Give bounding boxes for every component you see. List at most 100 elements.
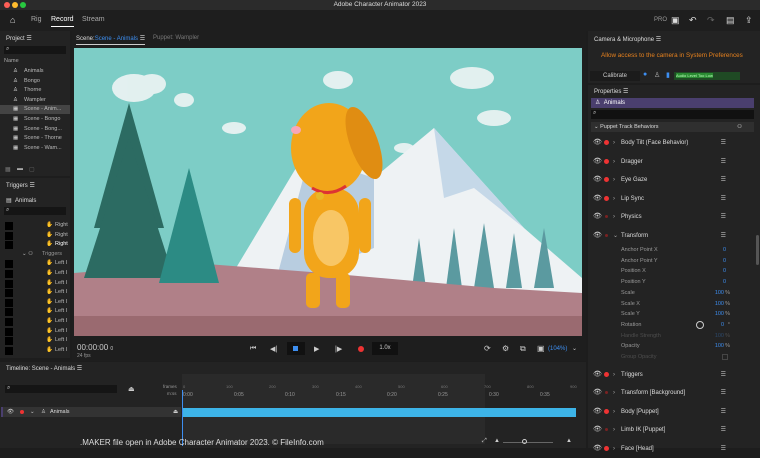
group-expand-icon[interactable]: ⌄ ⚇ (22, 250, 33, 259)
zoom-level[interactable]: (104%) (548, 346, 567, 352)
behavior-row[interactable]: 👁 › Transform [Background] ☰ (588, 384, 760, 402)
param-value[interactable]: 100 (715, 299, 724, 309)
undo-icon[interactable]: ↶ (689, 15, 697, 26)
body-tracking-icon[interactable]: ♙ (654, 71, 660, 79)
play-icon[interactable]: ▶ (314, 345, 319, 353)
behavior-menu-icon[interactable]: ☰ (721, 153, 726, 171)
param-value[interactable]: 100 (715, 341, 724, 351)
new-item-icon[interactable]: ▦ (5, 166, 11, 173)
trigger-key-slot[interactable] (5, 270, 13, 278)
expand-chevron-icon[interactable]: › (613, 421, 615, 439)
scene-tab[interactable]: Scene:Scene - Animals ☰ (76, 35, 146, 45)
behavior-menu-icon[interactable]: ☰ (721, 366, 726, 384)
project-item[interactable]: ▦ Scene - Wam... (0, 144, 70, 153)
visibility-icon[interactable]: 👁 (593, 190, 602, 208)
track-bar[interactable] (183, 408, 576, 417)
redo-icon[interactable]: ↷ (707, 15, 715, 26)
visibility-icon[interactable]: 👁 (593, 421, 602, 439)
triggers-search-input[interactable]: ⌕ (4, 207, 66, 215)
visibility-icon[interactable]: 👁 (593, 208, 602, 226)
panel-layout-icon[interactable]: ▣ (671, 15, 680, 26)
arm-record-icon[interactable] (605, 233, 608, 237)
expand-chevron-icon[interactable]: › (613, 440, 615, 458)
tab-record[interactable]: Record (51, 16, 74, 27)
calibrate-button[interactable]: Calibrate (590, 71, 640, 81)
trigger-item[interactable]: ✋ Left I (0, 288, 70, 298)
behavior-row[interactable]: 👁 › Triggers ☰ (588, 366, 760, 384)
behavior-row[interactable]: 👁 › Face [Head] ☰ (588, 440, 760, 458)
cast-icon[interactable]: ⧉ (520, 344, 526, 354)
puppet-tab[interactable]: Puppet: Wampler (153, 35, 199, 41)
zoom-dropdown-icon[interactable]: ⌄ (572, 345, 577, 352)
behavior-row[interactable]: 👁 › Lip Sync ☰ (588, 190, 760, 208)
project-search-input[interactable]: ⌕ (4, 46, 66, 54)
visibility-icon[interactable]: 👁 (593, 384, 602, 402)
settings-icon[interactable]: ⚙ (502, 344, 509, 353)
arm-record-icon[interactable] (605, 391, 608, 395)
timecode[interactable]: 00:00:00 0 (77, 343, 113, 352)
expand-chevron-icon[interactable]: › (613, 208, 615, 226)
behavior-menu-icon[interactable]: ☰ (721, 384, 726, 402)
microphone-icon[interactable]: ▮ (666, 71, 670, 79)
properties-search-input[interactable]: ⌕ (591, 110, 754, 119)
arm-record-icon[interactable] (605, 428, 608, 432)
trigger-item[interactable]: ✋ Left I (0, 346, 70, 355)
transform-param[interactable]: Position X 0 (588, 266, 760, 276)
track-options-icon[interactable]: ⏏ (173, 407, 178, 417)
project-item[interactable]: ♙ Bongo (0, 77, 70, 86)
trigger-item[interactable]: ✋ Left I (0, 307, 70, 317)
trigger-key-slot[interactable] (5, 337, 13, 346)
param-value[interactable]: 100 (715, 331, 724, 341)
tab-rig[interactable]: Rig (31, 16, 42, 23)
trigger-key-slot[interactable] (5, 298, 13, 307)
track-expand-icon[interactable]: ⌄ (30, 407, 35, 417)
visibility-icon[interactable]: 👁 (593, 366, 602, 384)
behavior-row[interactable]: 👁 › Body [Puppet] ☰ (588, 403, 760, 421)
transform-param[interactable]: Handle Strength 100% (588, 331, 760, 341)
track-visibility-icon[interactable]: 👁 (7, 407, 14, 417)
trigger-key-slot[interactable] (5, 260, 13, 269)
transform-param[interactable]: Position Y 0 (588, 277, 760, 287)
visibility-icon[interactable]: 👁 (593, 171, 602, 189)
expand-chevron-icon[interactable]: › (613, 153, 615, 171)
stop-button[interactable] (287, 342, 305, 355)
behavior-menu-icon[interactable]: ☰ (721, 227, 726, 245)
scene-canvas[interactable] (74, 48, 582, 336)
minimize-window-button[interactable] (12, 2, 18, 8)
expand-chevron-icon[interactable]: › (613, 384, 615, 402)
arm-record-icon[interactable] (604, 445, 609, 451)
trigger-key-slot[interactable] (5, 241, 13, 250)
trigger-item[interactable]: ✋ Right (0, 240, 70, 250)
transform-param[interactable]: Rotation 0 ° (588, 320, 760, 330)
visibility-icon[interactable]: 👁 (593, 153, 602, 171)
step-forward-icon[interactable]: |▶ (335, 345, 342, 353)
timeline-options-icon[interactable]: ⏏ (128, 385, 135, 393)
trigger-item[interactable]: ⌄ ⚇ Triggers (0, 250, 70, 259)
puppet-track-behaviors-header[interactable]: ⌄ Puppet Track Behaviors ⚇ (591, 122, 754, 132)
trigger-key-slot[interactable] (5, 231, 13, 240)
zoom-window-button[interactable] (20, 2, 26, 8)
behavior-menu-icon[interactable]: ☰ (721, 190, 726, 208)
go-to-start-icon[interactable]: ⏮ (250, 345, 256, 353)
timeline-zoom-slider[interactable] (503, 442, 553, 443)
home-icon[interactable]: ⌂ (10, 15, 15, 25)
expand-chevron-icon[interactable]: ⌄ (613, 227, 618, 245)
trigger-item[interactable]: ✋ Left I (0, 269, 70, 278)
track-header[interactable]: 👁 ⌄ ♙ Animals ⏏ (1, 407, 181, 417)
behavior-row[interactable]: 👁 ⌄ Transform ☰ (588, 227, 760, 245)
project-item[interactable]: ▦ Scene - Anim... (0, 105, 70, 115)
behavior-menu-icon[interactable]: ☰ (721, 440, 726, 458)
track-record-icon[interactable] (20, 410, 24, 414)
step-back-icon[interactable]: ◀| (270, 345, 277, 353)
playback-speed[interactable]: 1.0x (372, 342, 398, 355)
loop-icon[interactable]: ⟳ (484, 344, 491, 353)
fit-view-icon[interactable]: ▣ (537, 344, 545, 353)
behavior-row[interactable]: 👁 › Limb IK [Puppet] ☰ (588, 421, 760, 439)
group-opacity-checkbox[interactable] (722, 354, 728, 360)
param-value[interactable]: 0 (723, 277, 726, 287)
expand-chevron-icon[interactable]: › (613, 190, 615, 208)
behavior-row[interactable]: 👁 › Eye Gaze ☰ (588, 171, 760, 189)
arm-record-icon[interactable] (604, 140, 609, 145)
project-item[interactable]: ♙ Thorne (0, 86, 70, 95)
project-item[interactable]: ▦ Scene - Bongo (0, 115, 70, 124)
